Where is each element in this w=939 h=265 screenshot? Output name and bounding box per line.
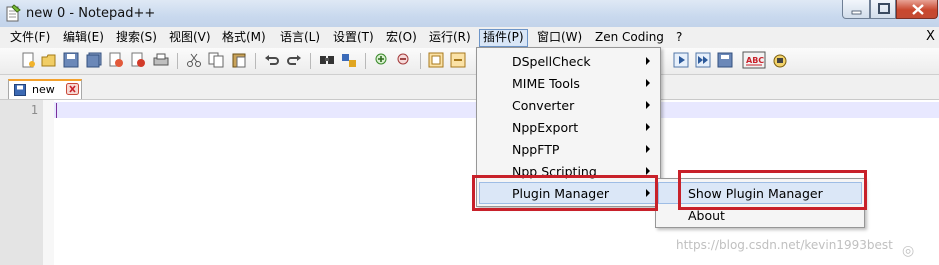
fold-margin bbox=[43, 100, 54, 265]
find-icon[interactable] bbox=[319, 52, 335, 68]
menu-item-converter[interactable]: Converter bbox=[479, 94, 658, 116]
close-all-icon[interactable] bbox=[130, 52, 146, 68]
watermark-logo-icon: ◎ bbox=[902, 243, 915, 259]
toolbar-divider bbox=[420, 53, 421, 69]
text-caret bbox=[56, 103, 57, 118]
play-macro-icon[interactable] bbox=[673, 52, 689, 68]
toolbar-divider bbox=[365, 53, 366, 69]
close-document-button[interactable]: X bbox=[926, 29, 935, 44]
menu-language[interactable]: 语言(L) bbox=[280, 29, 320, 46]
close-window-button[interactable] bbox=[896, 0, 938, 19]
submenu-arrow-icon bbox=[646, 145, 650, 153]
open-file-icon[interactable] bbox=[41, 52, 57, 68]
menu-macro[interactable]: 宏(O) bbox=[386, 29, 417, 46]
save-all-icon[interactable] bbox=[86, 52, 102, 68]
menu-item-mime-tools[interactable]: MIME Tools bbox=[479, 72, 658, 94]
menu-edit[interactable]: 编辑(E) bbox=[63, 29, 104, 46]
toolbar: ABC bbox=[0, 48, 939, 75]
submenu-arrow-icon bbox=[646, 79, 650, 87]
submenu-arrow-icon bbox=[646, 101, 650, 109]
menu-item-dspellcheck[interactable]: DSpellCheck bbox=[479, 50, 658, 72]
paste-icon[interactable] bbox=[231, 52, 247, 68]
toolbar-divider bbox=[310, 53, 311, 69]
menu-item-label: NppExport bbox=[512, 120, 579, 135]
print-icon[interactable] bbox=[153, 52, 169, 68]
save-icon[interactable] bbox=[63, 52, 79, 68]
replace-icon[interactable] bbox=[341, 52, 357, 68]
title-bar: new 0 - Notepad++ bbox=[0, 0, 939, 27]
close-icon[interactable] bbox=[108, 52, 124, 68]
menu-item-nppexport[interactable]: NppExport bbox=[479, 116, 658, 138]
run-macro-multiple-icon[interactable] bbox=[695, 52, 711, 68]
menu-bar: 文件(F) 编辑(E) 搜索(S) 视图(V) 格式(M) 语言(L) 设置(T… bbox=[0, 27, 939, 49]
maximize-button[interactable] bbox=[870, 0, 896, 19]
spell-check-options-icon[interactable] bbox=[772, 52, 788, 68]
tab-label: new bbox=[32, 83, 55, 96]
save-icon bbox=[14, 84, 26, 96]
toolbar-divider bbox=[177, 53, 178, 69]
redo-icon[interactable] bbox=[286, 52, 302, 68]
menu-zen-coding[interactable]: Zen Coding bbox=[595, 29, 664, 46]
line-number-gutter: 1 bbox=[0, 100, 43, 265]
menu-item-label: Converter bbox=[512, 98, 575, 113]
close-tab-icon[interactable] bbox=[66, 83, 79, 95]
menu-file[interactable]: 文件(F) bbox=[10, 29, 50, 46]
menu-settings[interactable]: 设置(T) bbox=[333, 29, 374, 46]
tab-new[interactable]: new bbox=[8, 79, 82, 99]
line-number: 1 bbox=[30, 103, 38, 117]
sync-scroll-vertical-icon[interactable] bbox=[428, 52, 444, 68]
menu-format[interactable]: 格式(M) bbox=[222, 29, 266, 46]
cut-icon[interactable] bbox=[186, 52, 202, 68]
svg-text:ABC: ABC bbox=[746, 56, 764, 65]
menu-item-label: DSpellCheck bbox=[512, 54, 591, 69]
annotation-box-show-plugin-manager bbox=[678, 170, 867, 210]
toolbar-divider bbox=[255, 53, 256, 69]
window-title: new 0 - Notepad++ bbox=[26, 6, 156, 21]
menu-view[interactable]: 视图(V) bbox=[169, 29, 211, 46]
watermark-text: https://blog.csdn.net/kevin1993best bbox=[676, 238, 893, 252]
menu-item-nppftp[interactable]: NppFTP bbox=[479, 138, 658, 160]
new-file-icon[interactable] bbox=[20, 52, 36, 68]
menu-help[interactable]: ? bbox=[676, 29, 682, 46]
zoom-in-icon[interactable] bbox=[374, 52, 390, 68]
submenu-arrow-icon bbox=[646, 57, 650, 65]
zoom-out-icon[interactable] bbox=[396, 52, 412, 68]
menu-search[interactable]: 搜索(S) bbox=[116, 29, 157, 46]
save-macro-icon[interactable] bbox=[717, 52, 733, 68]
tab-bar: new bbox=[0, 75, 939, 100]
menu-item-label: About bbox=[688, 208, 725, 223]
undo-icon[interactable] bbox=[264, 52, 280, 68]
submenu-arrow-icon bbox=[646, 167, 650, 175]
minimize-button[interactable] bbox=[842, 0, 870, 19]
submenu-arrow-icon bbox=[646, 123, 650, 131]
menu-item-label: NppFTP bbox=[512, 142, 560, 157]
copy-icon[interactable] bbox=[208, 52, 224, 68]
annotation-box-plugin-manager bbox=[472, 175, 658, 211]
sync-scroll-horizontal-icon[interactable] bbox=[450, 52, 466, 68]
spell-check-icon[interactable]: ABC bbox=[742, 51, 766, 69]
notepadpp-app-icon bbox=[5, 4, 21, 22]
menu-run[interactable]: 运行(R) bbox=[429, 29, 471, 46]
menu-window[interactable]: 窗口(W) bbox=[537, 29, 582, 46]
menu-item-label: MIME Tools bbox=[512, 76, 580, 91]
menu-plugins[interactable]: 插件(P) bbox=[479, 29, 528, 47]
